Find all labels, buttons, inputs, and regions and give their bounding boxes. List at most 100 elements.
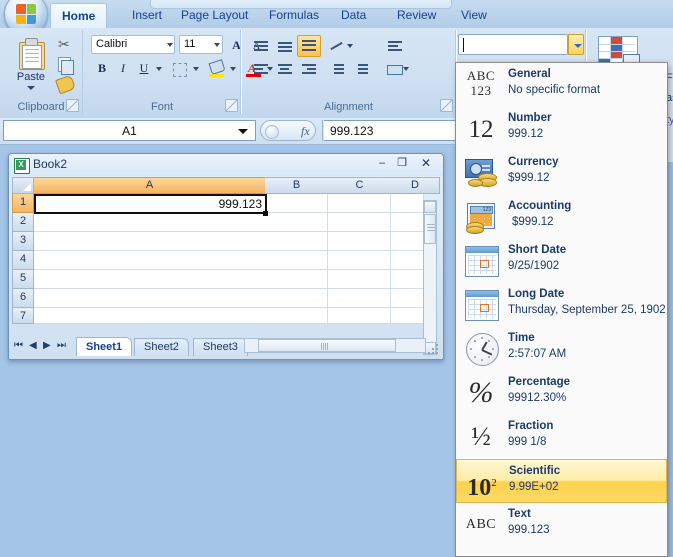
- align-center-button[interactable]: [273, 58, 297, 80]
- row-header-7[interactable]: 7: [12, 308, 34, 324]
- number-format-input[interactable]: [458, 34, 568, 55]
- fill-color-dropdown-arrow-icon[interactable]: [227, 58, 239, 80]
- cell-a3[interactable]: [34, 232, 266, 251]
- insert-function-icon[interactable]: fx: [301, 124, 310, 139]
- cell-d7[interactable]: [391, 308, 424, 324]
- format-painter-icon[interactable]: [54, 74, 77, 95]
- menu-item-fraction[interactable]: ½ Fraction 999 1/8: [456, 415, 667, 459]
- cell-b1[interactable]: [265, 194, 328, 213]
- cell-c4[interactable]: [328, 251, 391, 270]
- menu-item-long-date[interactable]: Long Date Thursday, September 25, 1902: [456, 283, 667, 327]
- tab-view[interactable]: View: [450, 4, 498, 28]
- tab-insert[interactable]: Insert: [121, 4, 173, 28]
- vertical-scroll-thumb[interactable]: [424, 214, 436, 244]
- cell-a6[interactable]: [34, 289, 266, 308]
- clipboard-dialog-launcher[interactable]: [66, 99, 79, 112]
- align-top-button[interactable]: [249, 35, 273, 57]
- last-sheet-icon[interactable]: ⏭: [57, 340, 66, 351]
- first-sheet-icon[interactable]: ⏮: [14, 340, 23, 351]
- wrap-text-button[interactable]: [381, 35, 413, 57]
- cell-d5[interactable]: [391, 270, 424, 289]
- cell-b4[interactable]: [265, 251, 328, 270]
- alignment-dialog-launcher[interactable]: [440, 99, 453, 112]
- cell-c7[interactable]: [328, 308, 391, 324]
- tab-home[interactable]: Home: [50, 3, 108, 29]
- next-sheet-icon[interactable]: ▶: [43, 340, 51, 351]
- align-middle-button[interactable]: [273, 35, 297, 57]
- menu-item-scientific[interactable]: 102 Scientific 9.99E+02: [456, 459, 667, 503]
- cell-d4[interactable]: [391, 251, 424, 270]
- paste-button[interactable]: Paste: [8, 34, 54, 98]
- align-bottom-button[interactable]: [297, 35, 321, 57]
- column-header-c[interactable]: C: [328, 177, 392, 194]
- row-header-6[interactable]: 6: [12, 289, 34, 308]
- horizontal-scrollbar[interactable]: [244, 338, 426, 353]
- menu-item-accounting[interactable]: 123 Accounting $999.12: [456, 195, 667, 239]
- paste-dropdown-arrow-icon[interactable]: [27, 86, 35, 90]
- row-header-1[interactable]: 1: [12, 194, 34, 213]
- tab-data[interactable]: Data: [330, 4, 377, 28]
- fill-handle[interactable]: [263, 211, 268, 216]
- cell-a4[interactable]: [34, 251, 266, 270]
- menu-item-short-date[interactable]: Short Date 9/25/1902: [456, 239, 667, 283]
- sheet-tab-sheet2[interactable]: Sheet2: [134, 338, 189, 356]
- number-format-dropdown-button[interactable]: [568, 34, 584, 55]
- cell-a5[interactable]: [34, 270, 266, 289]
- row-header-3[interactable]: 3: [12, 232, 34, 251]
- cell-c2[interactable]: [328, 213, 391, 232]
- select-all-corner[interactable]: [12, 177, 34, 194]
- menu-item-percentage[interactable]: % Percentage 99912.30%: [456, 371, 667, 415]
- column-header-a[interactable]: A: [34, 177, 266, 194]
- menu-item-time[interactable]: Time 2:57:07 AM: [456, 327, 667, 371]
- vertical-scrollbar[interactable]: [423, 200, 437, 355]
- name-box-dropdown-arrow-icon[interactable]: [238, 129, 248, 134]
- orientation-button[interactable]: [325, 35, 357, 57]
- cell-c6[interactable]: [328, 289, 391, 308]
- sheet-tab-sheet3[interactable]: Sheet3: [193, 338, 248, 356]
- cell-b6[interactable]: [265, 289, 328, 308]
- tab-review[interactable]: Review: [386, 4, 447, 28]
- font-size-dropdown-arrow-icon[interactable]: [214, 43, 220, 47]
- row-header-5[interactable]: 5: [12, 270, 34, 289]
- copy-icon[interactable]: [56, 55, 74, 75]
- menu-item-text[interactable]: ABC Text 999.123: [456, 503, 667, 547]
- fill-color-button[interactable]: [205, 58, 229, 80]
- formula-bar-toggle[interactable]: fx: [260, 120, 316, 141]
- tab-page-layout[interactable]: Page Layout: [170, 4, 259, 28]
- name-box[interactable]: A1: [3, 120, 256, 141]
- menu-item-general[interactable]: ABC 123 General No specific format: [456, 63, 667, 107]
- number-format-dropdown-menu[interactable]: ABC 123 General No specific format 12 Num…: [455, 62, 668, 557]
- cell-c5[interactable]: [328, 270, 391, 289]
- menu-item-number[interactable]: 12 Number 999.12: [456, 107, 667, 151]
- decrease-indent-button[interactable]: [325, 58, 349, 80]
- bold-button[interactable]: B: [91, 58, 113, 80]
- cell-a7[interactable]: [34, 308, 266, 324]
- selected-cell-a1[interactable]: 999.123: [34, 194, 267, 214]
- workbook-restore-button[interactable]: ❐: [393, 156, 411, 172]
- font-name-input[interactable]: Calibri: [91, 35, 175, 54]
- increase-indent-button[interactable]: [349, 58, 373, 80]
- horizontal-scroll-thumb[interactable]: [258, 339, 396, 352]
- cell-b2[interactable]: [265, 213, 328, 232]
- cut-icon[interactable]: ✂: [56, 35, 74, 53]
- resize-grip[interactable]: [428, 344, 439, 355]
- row-header-2[interactable]: 2: [12, 213, 34, 232]
- cell-a2[interactable]: [34, 213, 266, 232]
- font-dialog-launcher[interactable]: [225, 99, 238, 112]
- prev-sheet-icon[interactable]: ◀: [29, 340, 37, 351]
- merge-and-center-button[interactable]: [381, 58, 413, 80]
- sheet-tab-sheet1[interactable]: Sheet1: [76, 337, 133, 356]
- cell-d3[interactable]: [391, 232, 424, 251]
- cell-d6[interactable]: [391, 289, 424, 308]
- scroll-up-arrow-icon[interactable]: [424, 201, 436, 213]
- align-right-button[interactable]: [297, 58, 321, 80]
- borders-dropdown-arrow-icon[interactable]: [190, 58, 202, 80]
- cell-b3[interactable]: [265, 232, 328, 251]
- row-header-4[interactable]: 4: [12, 251, 34, 270]
- italic-button[interactable]: I: [112, 58, 134, 80]
- underline-button[interactable]: U: [133, 58, 155, 80]
- menu-item-currency[interactable]: Currency $999.12: [456, 151, 667, 195]
- cell-b5[interactable]: [265, 270, 328, 289]
- font-name-dropdown-arrow-icon[interactable]: [167, 43, 173, 47]
- underline-dropdown-arrow-icon[interactable]: [153, 58, 165, 80]
